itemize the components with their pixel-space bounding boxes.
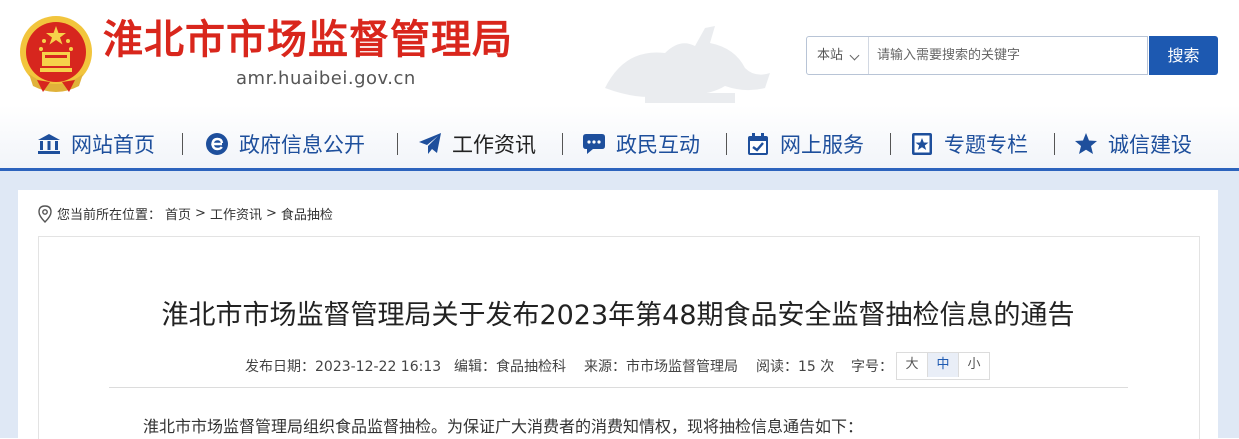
article-paragraph: 淮北市市场监督管理局组织食品监督抽检。为保证广大消费者的消费知情权，现将抽检信息…: [143, 417, 864, 436]
search-box: 本站: [806, 36, 1153, 75]
article-meta: 发布日期：2023-12-22 16:13 编辑：食品抽检科 来源：市市场监督管…: [0, 352, 1239, 378]
nav-item-label: 诚信建设: [1108, 133, 1192, 157]
nav-item-label: 专题专栏: [944, 133, 1028, 157]
search-scope-select[interactable]: 本站: [807, 37, 869, 74]
nav-item-interaction[interactable]: 政民互动: [582, 120, 700, 168]
search-input[interactable]: [871, 39, 1153, 72]
breadcrumb-home[interactable]: 首页: [165, 204, 191, 223]
nav-item-online-service[interactable]: 网上服务: [746, 120, 864, 168]
location-pin-icon: [38, 204, 52, 223]
star-icon: [1075, 133, 1097, 154]
publish-date: 发布日期：2023-12-22 16:13: [245, 359, 442, 375]
search-scope-label: 本站: [817, 48, 844, 63]
meta-divider: [109, 387, 1128, 388]
calendar-check-icon: [748, 133, 768, 155]
nav-divider: [562, 133, 563, 155]
breadcrumb-food-inspection[interactable]: 食品抽检: [281, 204, 333, 223]
site-domain: amr.huaibei.gov.cn: [236, 68, 416, 89]
source: 来源：市市场监督管理局: [584, 359, 738, 375]
font-size-medium-button[interactable]: 中: [928, 353, 959, 377]
article-title: 淮北市市场监督管理局关于发布2023年第48期食品安全监督抽检信息的通告: [161, 300, 1075, 331]
breadcrumb-separator: >: [265, 206, 277, 221]
search-button[interactable]: 搜索: [1149, 36, 1218, 75]
nav-item-credit[interactable]: 诚信建设: [1074, 120, 1192, 168]
horse-statue-watermark: [605, 26, 770, 103]
nav-item-special-topics[interactable]: 专题专栏: [910, 120, 1028, 168]
article-container: [38, 236, 1200, 439]
editor: 编辑：食品抽检科: [454, 359, 566, 375]
nav-divider: [726, 133, 727, 155]
nav-item-home[interactable]: 网站首页: [37, 120, 155, 168]
national-emblem-icon[interactable]: [17, 14, 95, 96]
search-bar: 本站 搜索: [806, 36, 1218, 75]
font-size-large-button[interactable]: 大: [897, 353, 928, 377]
nav-item-label: 网上服务: [780, 133, 864, 157]
font-size-switcher: 大 中 小: [896, 352, 990, 380]
chevron-down-icon: [849, 50, 860, 61]
nav-item-work-news[interactable]: 工作资讯: [418, 120, 536, 168]
nav-item-label: 网站首页: [71, 133, 155, 157]
breadcrumb: 您当前所在位置： 首页 > 工作资讯 > 食品抽检: [37, 204, 333, 223]
nav-divider: [182, 133, 183, 155]
read-count: 阅读：15 次: [756, 359, 835, 375]
bank-icon: [38, 134, 60, 154]
site-title[interactable]: 淮北市市场监督管理局: [103, 14, 513, 66]
font-size-small-button[interactable]: 小: [959, 353, 989, 377]
breadcrumb-separator: >: [195, 206, 206, 221]
star-board-icon: [912, 133, 932, 155]
paper-plane-icon: [419, 133, 441, 154]
e-icon: [206, 133, 228, 155]
breadcrumb-prefix: 您当前所在位置：: [57, 208, 162, 223]
nav-item-gov-info[interactable]: 政府信息公开: [205, 120, 365, 168]
font-size-label: 字号：: [851, 359, 893, 375]
chat-icon: [583, 134, 605, 154]
nav-divider: [890, 133, 891, 155]
nav-divider: [1054, 133, 1055, 155]
breadcrumb-work-news[interactable]: 工作资讯: [210, 204, 262, 223]
nav-item-label: 工作资讯: [452, 133, 536, 157]
nav-item-label: 政府信息公开: [239, 133, 365, 157]
nav-divider: [397, 133, 398, 155]
nav-item-label: 政民互动: [616, 133, 700, 157]
